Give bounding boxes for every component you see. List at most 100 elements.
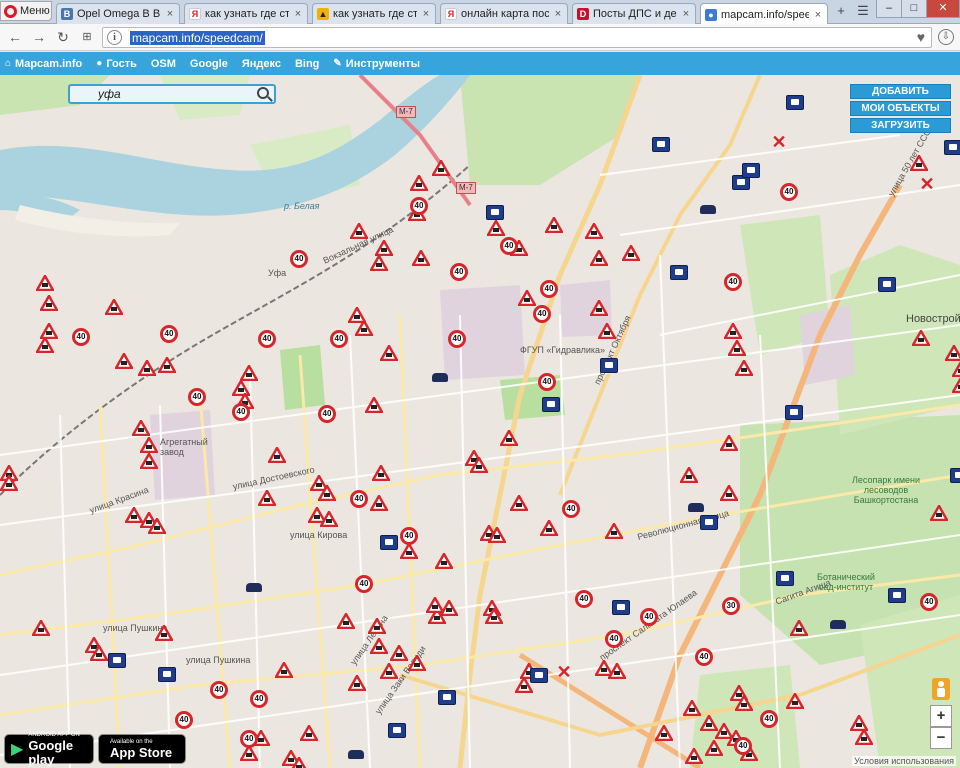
toolbar-guest[interactable]: ● Гость (96, 58, 137, 70)
warning-triangle-icon[interactable] (40, 295, 58, 311)
speed-dial-icon[interactable]: ⊞ (78, 28, 96, 46)
tab-search-1[interactable]: Я как узнать где стоят г × (184, 3, 308, 24)
tab-close-icon[interactable]: × (165, 8, 175, 20)
warning-triangle-icon[interactable] (115, 353, 133, 369)
warning-triangle-icon[interactable] (320, 511, 338, 527)
warning-triangle-icon[interactable] (608, 663, 626, 679)
speed-limit-sign[interactable]: 40 (400, 527, 418, 545)
speed-limit-sign[interactable]: 40 (500, 237, 518, 255)
warning-triangle-icon[interactable] (655, 725, 673, 741)
warning-triangle-icon[interactable] (90, 645, 108, 661)
warning-triangle-icon[interactable] (720, 485, 738, 501)
toolbar-osm[interactable]: OSM (151, 58, 176, 70)
camera-icon[interactable] (700, 515, 718, 530)
warning-triangle-icon[interactable] (680, 467, 698, 483)
speed-limit-sign[interactable]: 40 (240, 730, 258, 748)
warning-triangle-icon[interactable] (0, 475, 18, 491)
warning-triangle-icon[interactable] (705, 740, 723, 756)
speed-limit-sign[interactable]: 40 (448, 330, 466, 348)
warning-triangle-icon[interactable] (485, 608, 503, 624)
camera-icon[interactable] (380, 535, 398, 550)
tab-mapcam[interactable]: ● mapcam.info/speedca × (700, 3, 828, 25)
warning-triangle-icon[interactable] (240, 365, 258, 381)
warning-triangle-icon[interactable] (930, 505, 948, 521)
warning-triangle-icon[interactable] (140, 437, 158, 453)
tab-dps-posts[interactable]: D Посты ДПС и действ × (572, 3, 696, 24)
police-car-icon[interactable] (246, 583, 262, 592)
speed-limit-sign[interactable]: 40 (562, 500, 580, 518)
warning-triangle-icon[interactable] (350, 223, 368, 239)
camera-icon[interactable] (388, 723, 406, 738)
warning-triangle-icon[interactable] (36, 275, 54, 291)
opera-menu-button[interactable]: Меню (0, 1, 52, 21)
my-objects-button[interactable]: МОИ ОБЪЕКТЫ (850, 101, 951, 116)
warning-triangle-icon[interactable] (132, 420, 150, 436)
warning-triangle-icon[interactable] (337, 613, 355, 629)
warning-triangle-icon[interactable] (158, 357, 176, 373)
removed-camera-icon[interactable]: ✕ (918, 175, 936, 193)
warning-triangle-icon[interactable] (258, 490, 276, 506)
window-minimize-button[interactable]: – (876, 0, 902, 18)
warning-triangle-icon[interactable] (510, 495, 528, 511)
back-icon[interactable]: ← (6, 28, 24, 46)
camera-icon[interactable] (742, 163, 760, 178)
upload-button[interactable]: ЗАГРУЗИТЬ (850, 118, 951, 133)
police-car-icon[interactable] (830, 620, 846, 629)
speed-limit-sign[interactable]: 40 (760, 710, 778, 728)
speed-limit-sign[interactable]: 40 (232, 403, 250, 421)
warning-triangle-icon[interactable] (290, 757, 308, 768)
speed-limit-sign[interactable]: 40 (160, 325, 178, 343)
camera-icon[interactable] (486, 205, 504, 220)
tab-opel-omega[interactable]: В Opel Omega В ВК Клуб × (56, 3, 180, 24)
warning-triangle-icon[interactable] (32, 620, 50, 636)
forward-icon[interactable]: → (30, 28, 48, 46)
tab-close-icon[interactable]: × (293, 8, 303, 20)
warning-triangle-icon[interactable] (138, 360, 156, 376)
warning-triangle-icon[interactable] (545, 217, 563, 233)
warning-triangle-icon[interactable] (370, 495, 388, 511)
police-car-icon[interactable] (432, 373, 448, 382)
tab-close-icon[interactable]: × (553, 8, 563, 20)
warning-triangle-icon[interactable] (435, 553, 453, 569)
speed-limit-sign[interactable]: 40 (780, 183, 798, 201)
camera-icon[interactable] (878, 277, 896, 292)
tab-close-icon[interactable]: × (813, 9, 823, 21)
bookmark-heart-icon[interactable]: ♥ (917, 29, 925, 45)
warning-triangle-icon[interactable] (585, 223, 603, 239)
speed-limit-sign[interactable]: 40 (533, 305, 551, 323)
reload-icon[interactable]: ↻ (54, 28, 72, 46)
warning-triangle-icon[interactable] (500, 430, 518, 446)
warning-triangle-icon[interactable] (488, 527, 506, 543)
warning-triangle-icon[interactable] (36, 337, 54, 353)
toolbar-tools[interactable]: ✎ Инструменты (333, 58, 420, 70)
warning-triangle-icon[interactable] (952, 361, 960, 377)
warning-triangle-icon[interactable] (724, 323, 742, 339)
zoom-in-button[interactable]: + (930, 705, 952, 727)
warning-triangle-icon[interactable] (348, 675, 366, 691)
warning-triangle-icon[interactable] (790, 620, 808, 636)
warning-triangle-icon[interactable] (275, 662, 293, 678)
warning-triangle-icon[interactable] (728, 340, 746, 356)
speed-limit-sign[interactable]: 40 (920, 593, 938, 611)
warning-triangle-icon[interactable] (952, 377, 960, 393)
speed-limit-sign[interactable]: 40 (640, 608, 658, 626)
tab-menu-icon[interactable]: ☰ (854, 2, 872, 20)
speed-limit-sign[interactable]: 40 (175, 711, 193, 729)
warning-triangle-icon[interactable] (945, 345, 960, 361)
warning-triangle-icon[interactable] (910, 155, 928, 171)
window-close-button[interactable]: ✕ (926, 0, 960, 18)
warning-triangle-icon[interactable] (735, 360, 753, 376)
warning-triangle-icon[interactable] (408, 655, 426, 671)
speed-limit-sign[interactable]: 40 (410, 197, 428, 215)
warning-triangle-icon[interactable] (855, 729, 873, 745)
speed-limit-sign[interactable]: 40 (538, 373, 556, 391)
warning-triangle-icon[interactable] (590, 300, 608, 316)
new-tab-button[interactable]: + (832, 2, 850, 20)
warning-triangle-icon[interactable] (318, 485, 336, 501)
warning-triangle-icon[interactable] (400, 543, 418, 559)
warning-triangle-icon[interactable] (148, 518, 166, 534)
camera-icon[interactable] (888, 588, 906, 603)
warning-triangle-icon[interactable] (432, 160, 450, 176)
terms-of-use-link[interactable]: Условия использования (852, 756, 956, 766)
warning-triangle-icon[interactable] (426, 597, 444, 613)
